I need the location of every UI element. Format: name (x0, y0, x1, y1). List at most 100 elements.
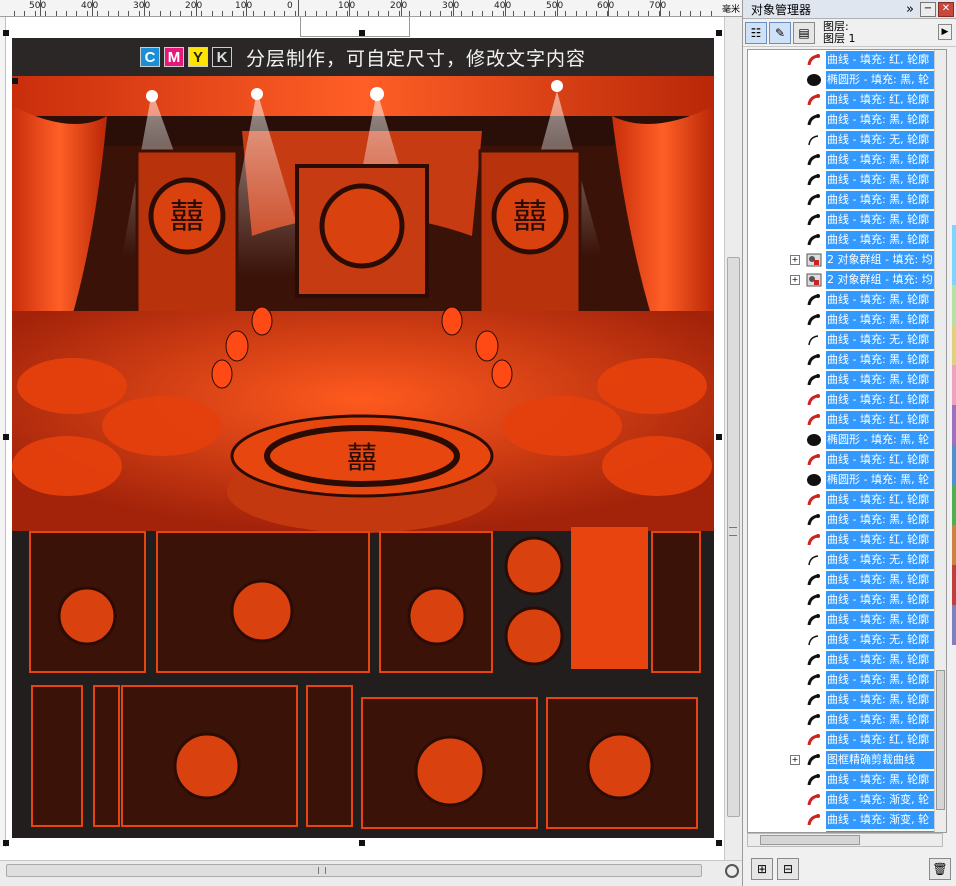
object-tree-row-label: 曲线 - 填充: 红, 轮廓 (826, 51, 936, 69)
object-tree-row[interactable]: 曲线 - 填充: 黑, 轮廓 (748, 230, 946, 250)
tree-horizontal-scrollbar[interactable] (747, 833, 943, 847)
object-tree-row[interactable]: 曲线 - 填充: 黑, 轮廓 (748, 510, 946, 530)
selection-handle-bl[interactable] (3, 840, 9, 846)
object-tree-row-label: 2 对象群组 - 填充: 均 (826, 251, 936, 269)
ruler-minor-tick (617, 11, 618, 16)
object-tree-row[interactable]: 曲线 - 填充: 黑, 轮廓 (748, 590, 946, 610)
object-tree-row[interactable]: 曲线 - 填充: 无, 轮廓 (748, 550, 946, 570)
object-tree-row[interactable]: 曲线 - 填充: 黑, 轮廓 (748, 190, 946, 210)
selection-handle-tl[interactable] (3, 30, 9, 36)
object-tree-row[interactable]: 椭圆形 - 填充: 黑, 轮 (748, 70, 946, 90)
object-tree-row[interactable]: 曲线 - 填充: 无, 轮廓 (748, 130, 946, 150)
object-tree-row[interactable]: + 图框精确剪裁曲线 (748, 750, 946, 770)
selection-handle-br[interactable] (716, 840, 722, 846)
close-button[interactable]: ✕ (938, 1, 954, 17)
ruler-minor-tick (659, 11, 660, 16)
object-tree-row[interactable]: 曲线 - 填充: 渐变, 轮 (748, 790, 946, 810)
ruler-minor-tick (648, 11, 649, 16)
object-tree-row[interactable]: 曲线 - 填充: 黑, 轮廓 (748, 170, 946, 190)
object-tree-row[interactable]: 曲线 - 填充: 红, 轮廓 (748, 410, 946, 430)
ruler-minor-tick (139, 11, 140, 16)
horizontal-scroll-thumb[interactable] (6, 864, 702, 877)
ruler-tick-label: 400 (81, 1, 99, 11)
object-tree-row[interactable]: 曲线 - 填充: 红, 轮廓 (748, 450, 946, 470)
ruler-minor-tick (492, 11, 493, 16)
show-object-properties-icon[interactable]: ☷ (745, 21, 767, 44)
object-tree-row[interactable]: 曲线 - 填充: 黑, 轮廓 (748, 370, 946, 390)
object-tree-row-label: 曲线 - 填充: 黑, 轮廓 (826, 311, 936, 329)
object-tree-row[interactable]: 曲线 - 填充: 黑, 轮廓 (748, 710, 946, 730)
object-tree-row[interactable]: 曲线 - 填充: 红, 轮廓 (748, 530, 946, 550)
object-tree-row[interactable]: 曲线 - 填充: 无, 轮廓 (748, 330, 946, 350)
ruler-minor-tick (284, 11, 285, 16)
object-tree-row[interactable]: 曲线 - 填充: 红, 轮廓 (748, 90, 946, 110)
canvas-vertical-scrollbar[interactable] (724, 17, 742, 860)
object-tree-row-label: 椭圆形 - 填充: 黑, 轮 (826, 71, 936, 89)
selection-handle-tc[interactable] (359, 30, 365, 36)
object-tree-row[interactable]: 曲线 - 填充: 黑, 轮廓 (748, 150, 946, 170)
object-tree-row[interactable]: 曲线 - 填充: 红, 轮廓 (748, 50, 946, 70)
object-tree-row[interactable]: 曲线 - 填充: 黑, 轮廓 (748, 610, 946, 630)
curve-black-icon (806, 653, 822, 667)
object-tree-row[interactable]: 曲线 - 填充: 黑, 轮廓 (748, 110, 946, 130)
selection-handle-mr[interactable] (716, 434, 722, 440)
object-tree-row-label: 曲线 - 填充: 黑, 轮廓 (826, 691, 936, 709)
object-tree-row[interactable]: 曲线 - 填充: 黑, 轮廓 (748, 570, 946, 590)
color-palette-strip[interactable] (952, 225, 956, 715)
object-tree-row[interactable]: 曲线 - 填充: 渐变, 轮 (748, 810, 946, 830)
object-tree-row[interactable]: 曲线 - 填充: 红, 轮廓 (748, 390, 946, 410)
object-tree-row[interactable]: 曲线 - 填充: 红, 轮廓 (748, 490, 946, 510)
delete-icon[interactable]: 🗑 (929, 858, 951, 880)
ruler-minor-tick (45, 11, 46, 16)
object-tree-row[interactable]: +2 对象群组 - 填充: 均 (748, 270, 946, 290)
object-tree-row[interactable]: 曲线 - 填充: 黑, 轮廓 (748, 310, 946, 330)
object-tree-row[interactable]: 曲线 - 填充: 黑, 轮廓 (748, 650, 946, 670)
ruler-minor-tick (326, 11, 327, 16)
zoom-icon[interactable] (725, 864, 739, 878)
object-tree-row[interactable]: 椭圆形 - 填充: 黑, 轮 (748, 430, 946, 450)
horizontal-ruler[interactable]: 毫米 500 400 300 200 100 0 100 200 300 400 500 600 700 (0, 0, 742, 17)
docker-menu-arrow-icon[interactable]: ▶ (938, 24, 952, 40)
curve-red-icon (806, 533, 822, 547)
object-tree-row[interactable]: 曲线 - 填充: 黑, 轮廓 (748, 210, 946, 230)
object-manager-docker: 对象管理器 » − ✕ ☷ ✎ ▤ 图层: 图层 1 ▶ 曲线 - 填充: 红,… (742, 0, 956, 886)
object-tree-row[interactable]: 曲线 - 填充: 黑, 轮廓 (748, 690, 946, 710)
wedding-stage-artwork[interactable]: C M Y K 分层制作，可自定尺寸，修改文字内容 囍 囍 囍 (12, 38, 714, 838)
tree-vertical-scrollbar[interactable] (934, 50, 946, 832)
expand-toggle-icon[interactable]: + (790, 275, 800, 285)
object-tree-row[interactable]: 曲线 - 填充: 红, 轮廓 (748, 730, 946, 750)
layer-manager-view-icon[interactable]: ▤ (793, 21, 815, 44)
ruler-minor-tick (680, 11, 681, 16)
new-master-layer-icon[interactable]: ⊟ (777, 858, 799, 880)
tree-scroll-thumb[interactable] (936, 670, 945, 810)
canvas-horizontal-scrollbar[interactable] (0, 860, 742, 886)
object-tree-row-label: 曲线 - 填充: 黑, 轮廓 (826, 651, 936, 669)
selection-handle-tr[interactable] (716, 30, 722, 36)
docker-title-bar: 对象管理器 » − ✕ (743, 0, 956, 19)
selection-handle-ml[interactable] (3, 434, 9, 440)
minimize-button[interactable]: − (920, 1, 936, 17)
object-tree-row[interactable]: 曲线 - 填充: 黑, 轮廓 (748, 670, 946, 690)
new-layer-icon[interactable]: ⊞ (751, 858, 773, 880)
vertical-ruler[interactable] (0, 17, 6, 847)
selection-handle-bc[interactable] (359, 840, 365, 846)
object-tree-row[interactable]: +2 对象群组 - 填充: 均 (748, 250, 946, 270)
curve-red-icon (806, 93, 822, 107)
expand-toggle-icon[interactable]: + (790, 255, 800, 265)
vertical-scroll-thumb[interactable] (727, 257, 740, 817)
object-tree-row[interactable]: 椭圆形 - 填充: 黑, 轮 (748, 470, 946, 490)
object-tree-row[interactable]: 曲线 - 填充: 黑, 轮廓 (748, 350, 946, 370)
object-tree-row[interactable]: 曲线 - 填充: 无, 轮廓 (748, 630, 946, 650)
expand-toggle-icon[interactable]: + (790, 755, 800, 765)
selection-handle[interactable] (12, 78, 18, 84)
ruler-minor-tick (191, 11, 192, 16)
object-tree-row-label: 曲线 - 填充: 红, 轮廓 (826, 491, 936, 509)
ruler-minor-tick (409, 11, 410, 16)
object-tree-row[interactable]: 曲线 - 填充: 黑, 轮廓 (748, 770, 946, 790)
object-tree[interactable]: 曲线 - 填充: 红, 轮廓 椭圆形 - 填充: 黑, 轮曲线 - 填充: 红, … (747, 49, 947, 833)
edit-across-layers-icon[interactable]: ✎ (769, 21, 791, 44)
object-tree-row[interactable]: 曲线 - 填充: 黑, 轮廓 (748, 290, 946, 310)
drawing-canvas-area[interactable]: 毫米 500 400 300 200 100 0 100 200 300 400 500 600 700… (0, 0, 742, 886)
collapse-docker-icon[interactable]: » (906, 2, 914, 17)
ruler-minor-tick (461, 11, 462, 16)
